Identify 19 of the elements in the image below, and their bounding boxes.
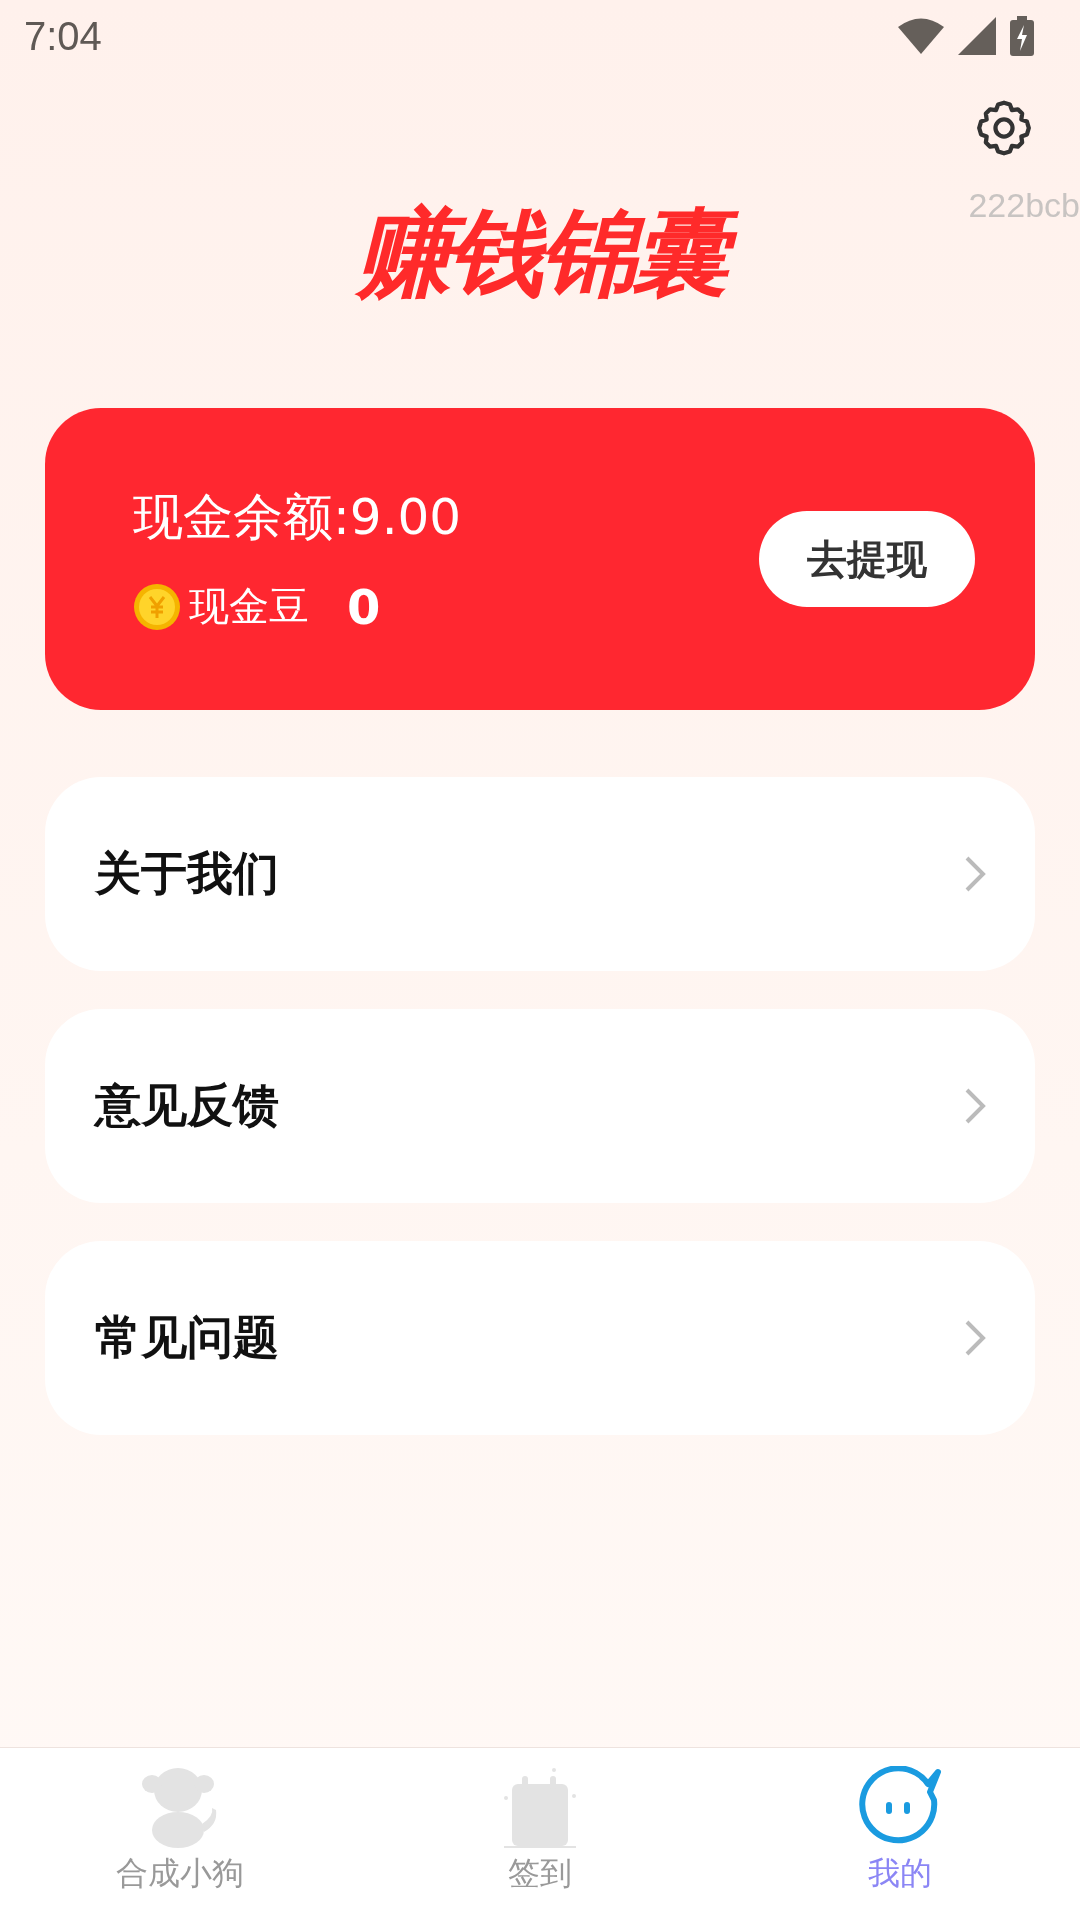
- menu-label: 意见反馈: [95, 1077, 279, 1134]
- menu-item[interactable]: 关于我们: [45, 777, 1035, 971]
- menu-label: 关于我们: [95, 845, 279, 902]
- beans-label: 现金豆: [189, 582, 309, 631]
- balance-text: 现金余额:9.00: [133, 486, 462, 548]
- signal-icon: [958, 17, 996, 55]
- withdraw-button[interactable]: 去提现: [759, 511, 975, 607]
- chevron-right-icon: [963, 854, 987, 894]
- app-title: 赚钱锦囊: [332, 188, 748, 318]
- battery-icon: [1010, 16, 1034, 56]
- chevron-right-icon: [963, 1086, 987, 1126]
- beans-value: 0: [347, 578, 381, 635]
- wifi-icon: [898, 18, 944, 54]
- chevron-right-icon: [963, 1318, 987, 1358]
- menu-item[interactable]: 常见问题: [45, 1241, 1035, 1435]
- menu-label: 常见问题: [95, 1309, 279, 1366]
- menu-item[interactable]: 意见反馈: [45, 1009, 1035, 1203]
- status-time: 7:04: [24, 13, 102, 59]
- coin-icon: [133, 582, 181, 631]
